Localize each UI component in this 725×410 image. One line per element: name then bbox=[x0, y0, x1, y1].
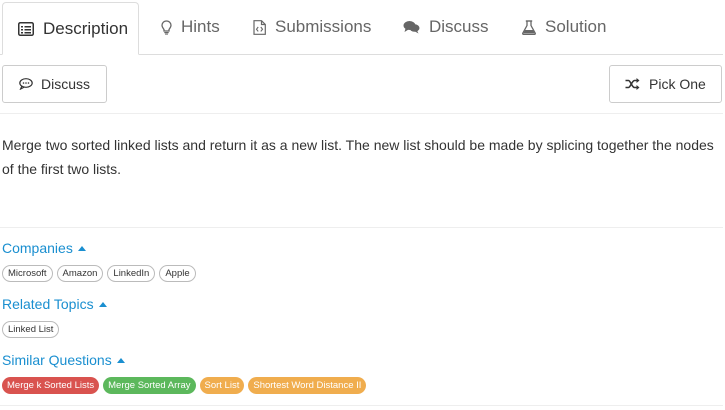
related-topics-toggle[interactable]: Related Topics bbox=[2, 296, 107, 312]
companies-tag-list: Microsoft Amazon LinkedIn Apple bbox=[2, 265, 200, 282]
tab-description[interactable]: Description bbox=[2, 2, 139, 55]
shuffle-icon bbox=[625, 78, 640, 90]
comment-icon bbox=[19, 78, 33, 90]
pick-one-button[interactable]: Pick One bbox=[609, 65, 722, 103]
caret-up-icon bbox=[116, 357, 125, 363]
divider bbox=[0, 405, 723, 406]
tab-solution[interactable]: Solution bbox=[522, 0, 606, 54]
lightbulb-icon bbox=[161, 19, 172, 35]
tab-label: Hints bbox=[181, 17, 220, 36]
tab-hints[interactable]: Hints bbox=[161, 0, 220, 54]
companies-toggle[interactable]: Companies bbox=[2, 240, 86, 256]
similar-questions-tag-list: Merge k Sorted Lists Merge Sorted Array … bbox=[2, 377, 370, 394]
similar-question-tag[interactable]: Sort List bbox=[199, 377, 245, 394]
company-tag[interactable]: Amazon bbox=[56, 265, 104, 282]
similar-questions-toggle[interactable]: Similar Questions bbox=[2, 352, 125, 368]
tab-label: Discuss bbox=[429, 17, 489, 36]
similar-question-tag[interactable]: Merge Sorted Array bbox=[103, 377, 196, 394]
discuss-button[interactable]: Discuss bbox=[2, 65, 107, 103]
tab-discuss[interactable]: Discuss bbox=[403, 0, 489, 54]
discuss-button-label: Discuss bbox=[41, 76, 91, 92]
tab-label: Solution bbox=[545, 17, 607, 36]
divider bbox=[0, 227, 723, 228]
divider bbox=[0, 113, 723, 114]
code-file-icon bbox=[253, 19, 266, 35]
pick-one-button-label: Pick One bbox=[649, 76, 706, 92]
description-icon bbox=[18, 21, 34, 36]
tab-label: Submissions bbox=[275, 17, 372, 36]
related-topics-title: Related Topics bbox=[2, 296, 94, 312]
tab-bar: Description Hints Submissions Discuss So… bbox=[0, 0, 723, 55]
tab-label: Description bbox=[43, 18, 129, 38]
companies-title: Companies bbox=[2, 240, 73, 256]
company-tag[interactable]: Microsoft bbox=[2, 265, 53, 282]
company-tag[interactable]: Apple bbox=[159, 265, 196, 282]
topic-tag[interactable]: Linked List bbox=[2, 321, 60, 338]
caret-up-icon bbox=[98, 301, 107, 307]
similar-questions-title: Similar Questions bbox=[2, 352, 112, 368]
company-tag[interactable]: LinkedIn bbox=[107, 265, 156, 282]
similar-question-tag[interactable]: Merge k Sorted Lists bbox=[2, 377, 100, 394]
problem-description: Merge two sorted linked lists and return… bbox=[2, 137, 714, 177]
comments-icon bbox=[403, 20, 420, 34]
caret-up-icon bbox=[77, 245, 86, 251]
tab-submissions[interactable]: Submissions bbox=[253, 0, 371, 54]
similar-question-tag[interactable]: Shortest Word Distance II bbox=[248, 377, 367, 394]
related-topics-tag-list: Linked List bbox=[2, 321, 63, 338]
flask-icon bbox=[522, 19, 536, 35]
